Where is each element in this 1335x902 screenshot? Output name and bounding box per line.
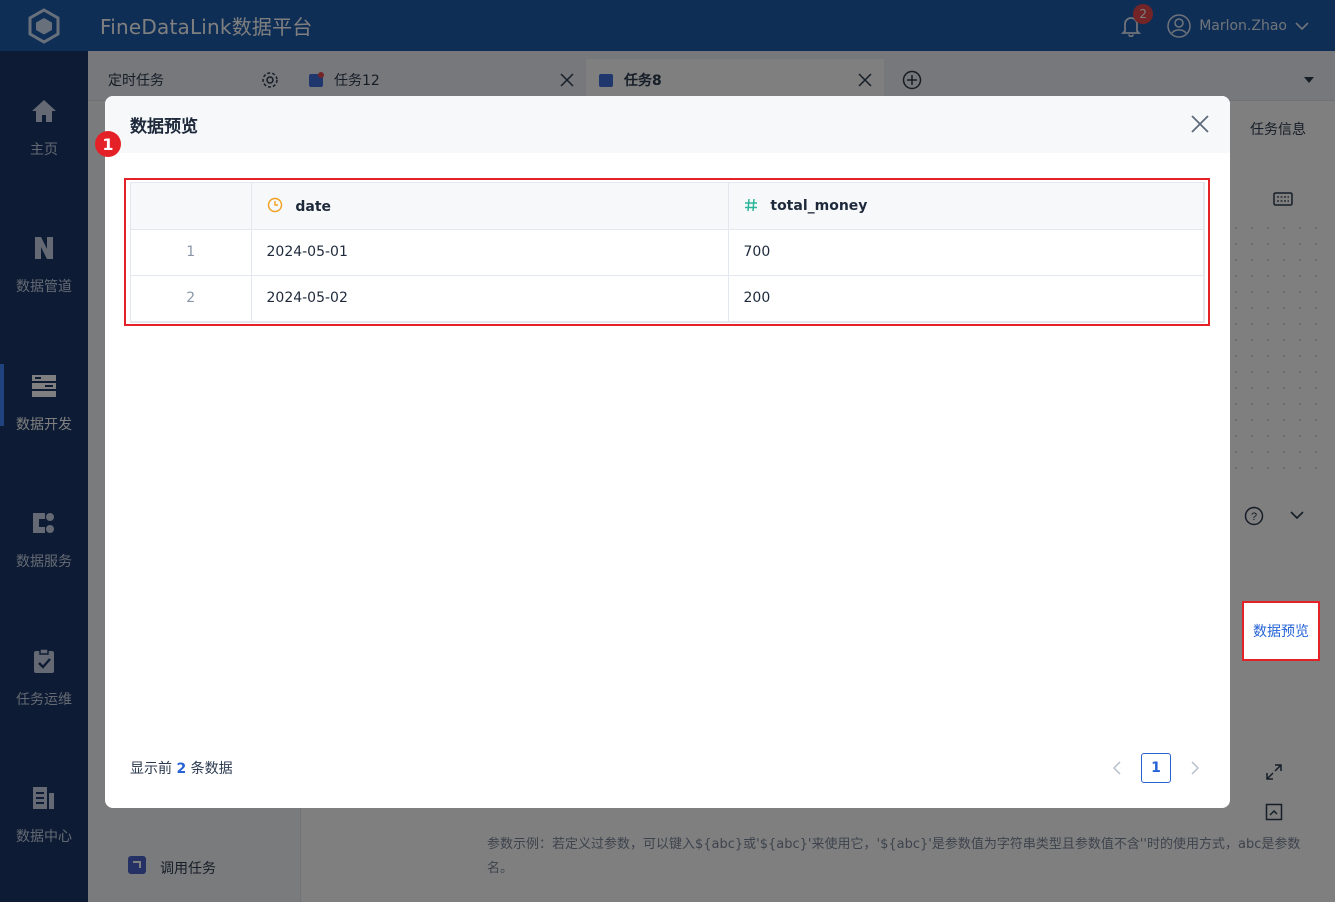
row-count-info: 显示前 2 条数据	[130, 758, 233, 778]
chevron-left-icon	[1113, 761, 1121, 775]
chevron-right-icon	[1191, 761, 1199, 775]
dialog-header: 数据预览	[105, 96, 1230, 153]
dialog-title: 数据预览	[130, 117, 198, 137]
prev-page-button[interactable]	[1107, 753, 1127, 783]
next-page-button[interactable]	[1185, 753, 1205, 783]
row-count-value: 2	[176, 761, 187, 777]
annotation-box-1	[124, 178, 1210, 326]
row-count-suffix: 条数据	[190, 761, 233, 777]
data-preview-button[interactable]: 数据预览	[1242, 601, 1320, 661]
page-number-button[interactable]: 1	[1141, 753, 1171, 783]
pagination: 1	[1107, 753, 1205, 783]
row-count-prefix: 显示前	[130, 761, 172, 777]
annotation-marker-1: 1	[95, 131, 121, 157]
close-icon[interactable]	[1190, 114, 1210, 134]
